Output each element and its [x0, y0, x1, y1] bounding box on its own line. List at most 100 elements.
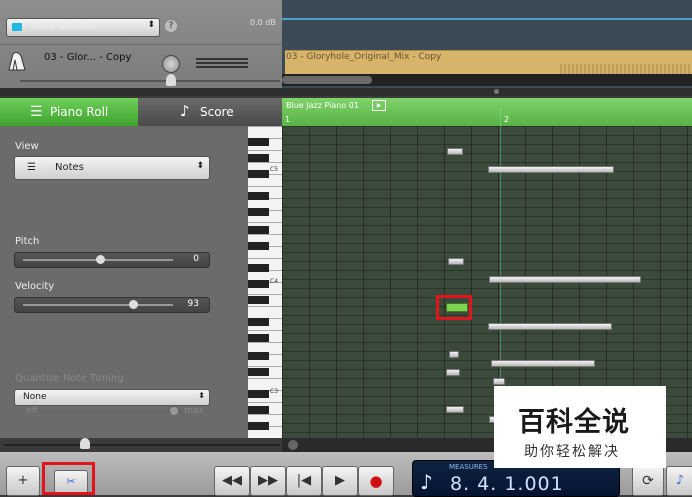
piano-roll-icon: ☰	[30, 104, 43, 120]
rewind-button[interactable]: ◀◀	[214, 466, 250, 496]
cycle-button[interactable]: ⟳	[632, 466, 664, 496]
black-key[interactable]	[248, 406, 269, 414]
record-button[interactable]: ●	[358, 466, 394, 496]
track-volume-slider[interactable]	[20, 74, 280, 88]
midi-note[interactable]	[449, 351, 459, 358]
black-key[interactable]	[248, 334, 269, 342]
region-play-icon[interactable]: ▶	[372, 100, 386, 111]
quantize-label: Quantize Note Timing	[15, 373, 124, 384]
piano-keyboard[interactable]: C5 C4 C3	[248, 126, 282, 438]
tab-piano-roll-label: Piano Roll	[50, 105, 109, 119]
black-key[interactable]	[248, 264, 269, 272]
white-key-line	[248, 342, 282, 343]
updown-arrows-icon: ⬍	[198, 391, 205, 400]
quantize-value: None	[23, 392, 47, 402]
view-popup[interactable]: ☰ Notes ⬍	[14, 156, 210, 180]
pitch-slider[interactable]: 0	[14, 252, 210, 268]
black-key[interactable]	[248, 422, 269, 430]
white-key-line	[248, 258, 282, 259]
pane-divider[interactable]	[0, 88, 692, 96]
quantize-strength-slider[interactable]: off max	[14, 406, 208, 418]
go-to-beginning-button[interactable]: |◀	[286, 466, 322, 496]
midi-note[interactable]	[489, 276, 641, 283]
midi-note[interactable]	[491, 360, 595, 367]
velocity-slider-thumb[interactable]	[129, 300, 138, 309]
pan-knob[interactable]	[162, 55, 180, 73]
quantize-popup[interactable]: None ⬍	[14, 389, 210, 406]
black-key[interactable]	[248, 390, 269, 398]
tab-piano-roll[interactable]: ☰ Piano Roll	[0, 98, 138, 126]
track-name[interactable]: 03 - Glor... - Copy	[44, 52, 131, 63]
velocity-slider[interactable]: 93	[14, 297, 210, 313]
watermark-subtitle: 助你轻松解决	[524, 444, 620, 460]
ruler-bar-2: 2	[504, 115, 510, 124]
db-readout: 0.0 dB	[250, 18, 276, 27]
octave-label: C5	[270, 166, 279, 173]
audio-region-label: 03 - Gloryhole_Original_Mix - Copy	[286, 52, 442, 62]
grand-piano-icon	[8, 51, 26, 71]
black-key[interactable]	[248, 170, 269, 178]
divider-handle[interactable]	[494, 89, 499, 94]
black-key[interactable]	[248, 208, 269, 216]
octave-label: C3	[270, 388, 279, 395]
notes-view-icon: ☰	[27, 162, 36, 173]
add-track-button[interactable]: +	[6, 466, 40, 496]
zoom-slider[interactable]	[0, 438, 282, 452]
pitch-slider-thumb[interactable]	[96, 255, 105, 264]
white-key-line	[248, 150, 282, 151]
level-meter	[196, 58, 248, 68]
play-button[interactable]: ▶	[322, 466, 358, 496]
velocity-value: 93	[187, 299, 199, 309]
white-key-line	[248, 222, 282, 223]
midi-region-name: Blue Jazz Piano 01	[286, 101, 359, 110]
highlight-box-note	[436, 295, 472, 320]
tab-score[interactable]: ♪ Score	[138, 98, 282, 126]
slider-thumb[interactable]	[166, 74, 176, 86]
midi-note[interactable]	[447, 148, 463, 155]
black-key[interactable]	[248, 368, 269, 376]
midi-note[interactable]	[488, 166, 614, 173]
midi-note[interactable]	[446, 369, 460, 376]
volume-automation-line[interactable]	[282, 18, 692, 20]
black-key[interactable]	[248, 242, 269, 250]
velocity-label: Velocity	[15, 281, 55, 292]
automation-param-popup[interactable]: Track Volume ⬍	[6, 18, 160, 37]
octave-label: C4	[270, 278, 279, 285]
midi-note[interactable]	[446, 406, 464, 413]
black-key[interactable]	[248, 280, 269, 288]
view-label: View	[15, 141, 39, 152]
updown-arrows-icon: ⬍	[196, 161, 204, 171]
black-key[interactable]	[248, 318, 269, 326]
updown-arrows-icon: ⬍	[147, 20, 155, 30]
white-key-line	[248, 306, 282, 307]
black-key[interactable]	[248, 192, 269, 200]
black-key[interactable]	[248, 138, 269, 146]
white-key-line	[248, 402, 282, 403]
pitch-value: 0	[193, 254, 199, 264]
quantize-slider-thumb[interactable]	[170, 407, 178, 415]
tuner-button[interactable]: ♪	[666, 466, 692, 496]
white-key-line	[248, 378, 282, 379]
black-key[interactable]	[248, 154, 269, 162]
help-icon[interactable]: ?	[165, 20, 177, 32]
white-key-line	[248, 414, 282, 415]
white-key-line	[248, 330, 282, 331]
lcd-mode-label: MEASURES	[449, 463, 488, 471]
white-key-line	[248, 126, 282, 127]
black-key[interactable]	[248, 296, 269, 304]
lcd-position-value: 8. 4. 1.001	[450, 473, 564, 495]
music-note-icon: ♪	[180, 102, 190, 120]
midi-note[interactable]	[488, 323, 612, 330]
white-key-line	[248, 186, 282, 187]
midi-note[interactable]	[448, 258, 464, 265]
fast-forward-button[interactable]: ▶▶	[250, 466, 286, 496]
black-key[interactable]	[248, 226, 269, 234]
white-key-line	[248, 162, 282, 163]
watermark-title: 百科全说	[518, 407, 630, 438]
zoom-slider-thumb[interactable]	[80, 438, 90, 449]
tracks-scrollbar[interactable]	[282, 74, 692, 86]
midi-note[interactable]	[493, 378, 505, 385]
off-label: off	[26, 406, 38, 416]
black-key[interactable]	[248, 352, 269, 360]
max-label: max	[184, 406, 204, 416]
